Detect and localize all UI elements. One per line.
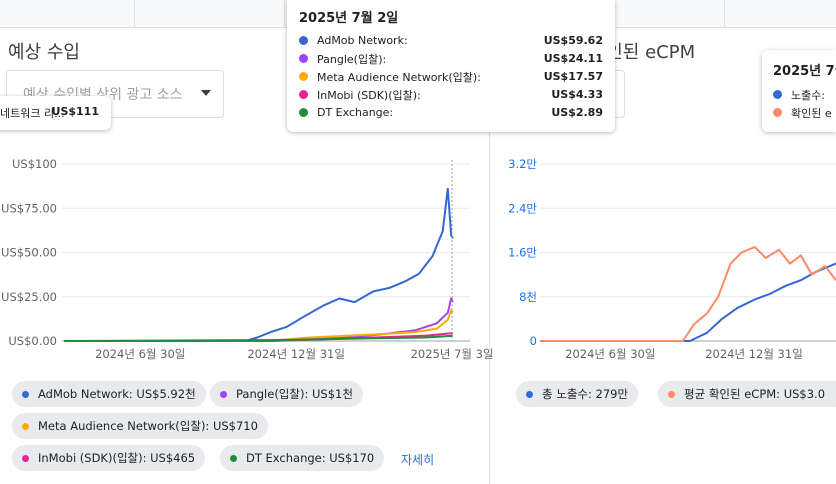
legend-dot: [526, 390, 533, 398]
legend-dot: [230, 454, 237, 462]
tooltip-row: Pangle(입찰): US$24.11: [299, 50, 603, 67]
tooltip-row-value: US$24.11: [543, 52, 603, 65]
y-tick-label: 3.2만: [508, 157, 537, 171]
tooltip-row-value: US$2.89: [551, 106, 603, 119]
legend-dot: [220, 390, 227, 398]
series-dot: [773, 108, 782, 117]
series-dot: [299, 54, 308, 63]
series-line-ecpm: [540, 246, 836, 342]
x-tick-label: 2024년 12월 31일: [247, 347, 345, 361]
tooltip-row-name: AdMob Network:: [317, 34, 408, 47]
legend-label: 총 노출수: 279만: [542, 387, 629, 401]
tooltip-row-name: InMobi (SDK)(입찰):: [317, 88, 421, 102]
y-tick-label: US$0.00: [8, 334, 57, 348]
legend-dot: [22, 422, 29, 430]
series-dot: [299, 90, 308, 99]
tooltip-row-name: 확인된 e: [791, 106, 832, 120]
tooltip-row: InMobi (SDK)(입찰): US$4.33: [299, 86, 603, 103]
tooltip-row: DT Exchange: US$2.89: [299, 104, 603, 121]
y-tick-label: US$100: [12, 157, 57, 171]
series-dot: [773, 90, 782, 99]
tooltip-row-name: DT Exchange:: [317, 106, 394, 119]
legend-dot: [22, 454, 29, 462]
legend-chip-inmobi[interactable]: InMobi (SDK)(입찰): US$465: [12, 445, 206, 471]
legend-label: DT Exchange: US$170: [246, 451, 375, 465]
x-tick-label: 2025년 7월 3일: [411, 347, 494, 361]
tooltip-row: AdMob Network: US$59.62: [299, 32, 603, 49]
legend-chip-dtexchange[interactable]: DT Exchange: US$170: [220, 445, 385, 471]
series-line-pangle: [64, 297, 454, 342]
legend-label: 평균 확인된 eCPM: US$3.0: [684, 387, 826, 401]
legend-chip-admob[interactable]: AdMob Network: US$5.92천: [12, 381, 206, 407]
legend-label: AdMob Network: US$5.92천: [38, 387, 196, 401]
more-link[interactable]: 자세히: [401, 451, 434, 468]
series-line-admob: [64, 187, 454, 342]
series-line-impressions: [540, 262, 836, 342]
legend-label: Meta Audience Network(입찰): US$710: [38, 419, 258, 433]
tooltip-row-value: US$17.57: [543, 70, 603, 83]
legend-chip-ecpm[interactable]: 평균 확인된 eCPM: US$3.0: [658, 381, 836, 407]
legend-label: InMobi (SDK)(입찰): US$465: [38, 451, 196, 465]
y-tick-label: US$25.00: [1, 290, 57, 304]
earnings-line-chart[interactable]: US$0.00 US$25.00 US$50.00 US$75.00 US$100 202…: [1, 157, 494, 361]
tooltip-date: 2025년 7월 2일: [299, 11, 399, 26]
series-dot: [299, 72, 308, 81]
y-tick-label: 2.4만: [508, 201, 537, 215]
legend-chip-impressions[interactable]: 총 노출수: 279만: [516, 381, 639, 407]
legend-dot: [22, 390, 29, 398]
tooltip-row-name: 노출수:: [791, 88, 826, 102]
small-tooltip-value: US$111: [51, 105, 99, 118]
legend-label: Pangle(입찰): US$1천: [236, 387, 353, 401]
x-tick-label: 2024년 6월 30일: [565, 347, 655, 361]
tooltip-row: Meta Audience Network(입찰): US$17.57: [299, 68, 603, 85]
x-tick-label: 2024년 12월 31일: [705, 347, 803, 361]
legend-dot: [668, 390, 675, 398]
series-dot: [299, 36, 308, 45]
y-tick-label: 1.6만: [508, 246, 537, 260]
y-tick-label: US$50.00: [1, 246, 57, 260]
impressions-ecpm-line-chart[interactable]: 0 8천 1.6만 2.4만 3.2만 2024년 6월 30일 2024년 12월 31일: [508, 157, 836, 361]
tooltip-row-value: US$59.62: [543, 34, 603, 47]
y-tick-label: 0: [530, 334, 537, 348]
y-tick-label: 8천: [519, 290, 537, 304]
legend-chip-meta[interactable]: Meta Audience Network(입찰): US$710: [12, 413, 268, 439]
y-tick-label: US$75.00: [1, 201, 57, 215]
legend-chip-pangle[interactable]: Pangle(입찰): US$1천: [210, 381, 363, 407]
tooltip-row-name: Meta Audience Network(입찰):: [317, 70, 481, 84]
tooltip-row: 노출수:: [773, 86, 825, 103]
x-tick-label: 2024년 6월 30일: [95, 347, 185, 361]
small-tooltip: 네트워크 리... US$111: [0, 96, 111, 130]
main-tooltip: 2025년 7월 2일 AdMob Network: US$59.62 Pang…: [287, 0, 615, 132]
tooltip-row-value: US$4.33: [551, 88, 603, 101]
tooltip-row: 확인된 e: [773, 104, 832, 121]
tooltip-row-name: Pangle(입찰):: [317, 52, 387, 66]
right-tooltip: 2025년 7월 노출수: 확인된 e: [762, 50, 836, 132]
tooltip-date: 2025년 7월: [773, 64, 836, 79]
series-dot: [299, 108, 308, 117]
